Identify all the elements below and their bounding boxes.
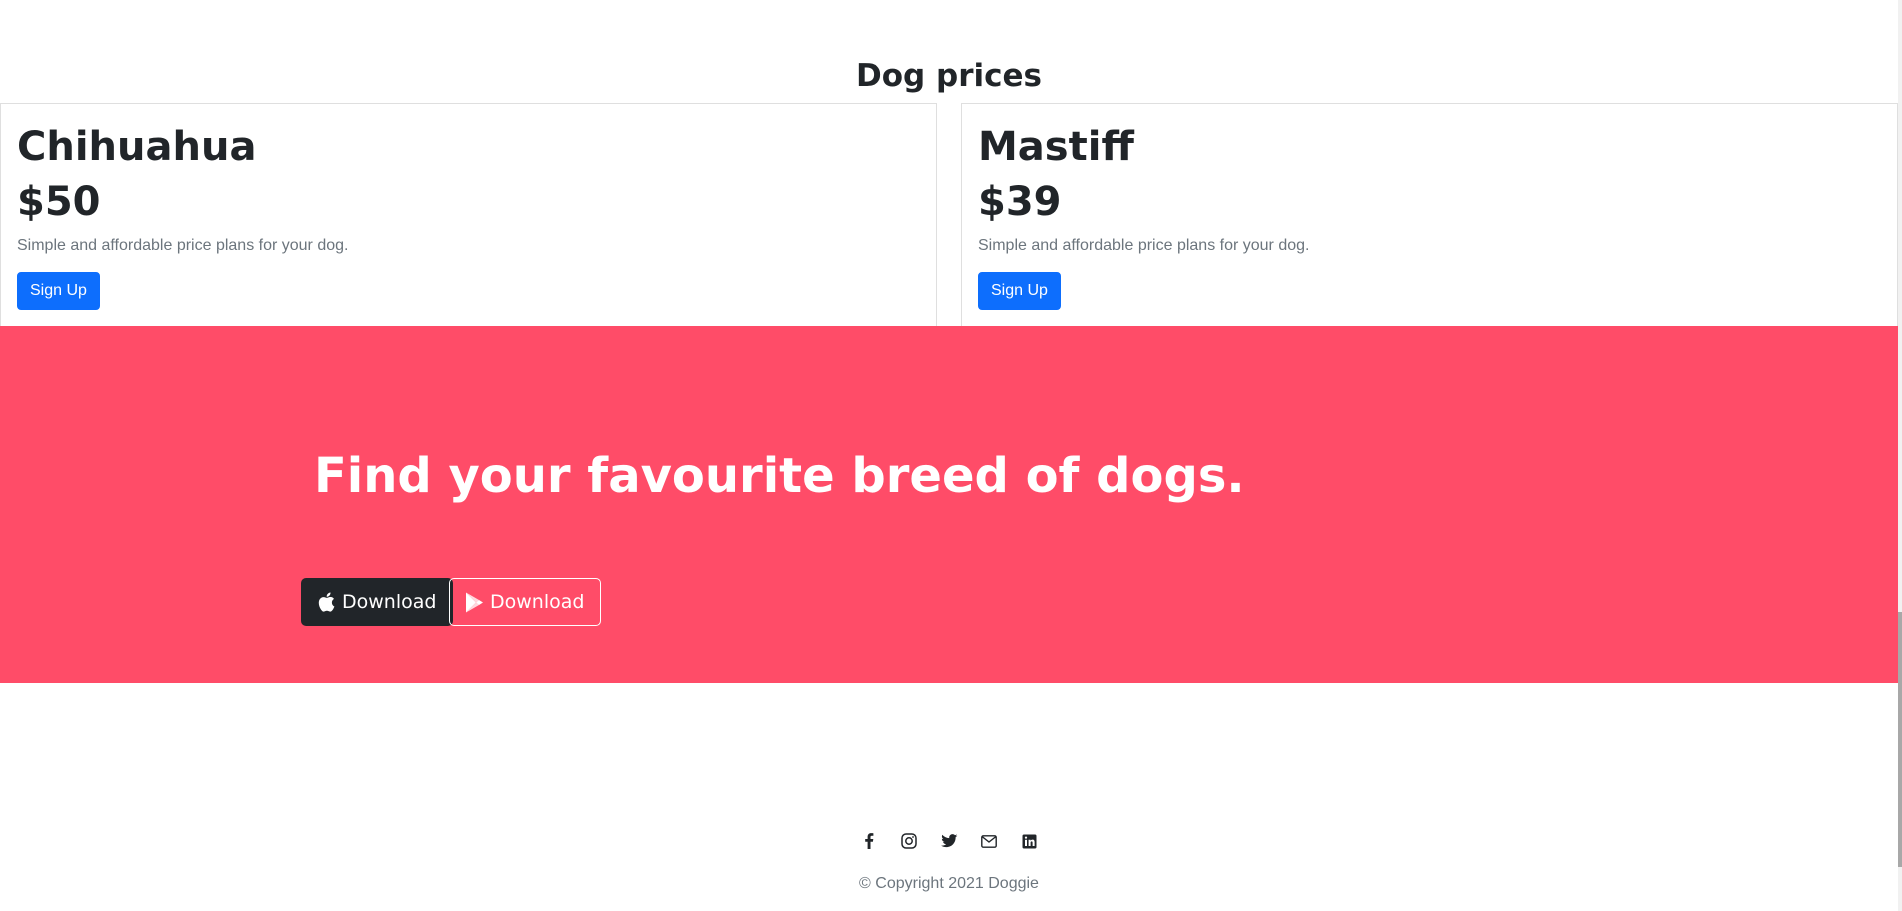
cta-heading: Find your favourite breed of dogs. [314,448,1245,504]
cta-section: Find your favourite breed of dogs. Downl… [0,326,1898,683]
copyright-text: © Copyright 2021 Doggie [859,875,1039,892]
plan-name: Mastiff [978,124,1134,170]
envelope-icon[interactable] [979,831,999,851]
download-label: Download [490,591,585,613]
twitter-icon[interactable] [939,831,959,851]
apple-icon [316,591,336,613]
plan-price: $39 [978,179,1062,225]
plan-description: Simple and affordable price plans for yo… [17,237,349,254]
pricing-card-chihuahua: Chihuahua $50 Simple and affordable pric… [0,103,937,326]
app-store-download-button[interactable]: Download [301,578,454,626]
facebook-icon[interactable] [859,831,879,851]
scrollbar-thumb[interactable] [1898,612,1902,867]
download-label: Download [342,591,437,613]
page-scrollbar[interactable] [1898,0,1902,911]
plan-price: $50 [17,179,101,225]
linkedin-icon[interactable] [1019,831,1039,851]
sign-up-button[interactable]: Sign Up [978,272,1061,310]
instagram-icon[interactable] [899,831,919,851]
pricing-title: Dog prices [856,58,1042,94]
social-links [0,831,1898,851]
pricing-card-mastiff: Mastiff $39 Simple and affordable price … [961,103,1898,326]
google-play-download-button[interactable]: Download [449,578,602,626]
sign-up-button[interactable]: Sign Up [17,272,100,310]
plan-name: Chihuahua [17,124,257,170]
page: Dog prices Chihuahua $50 Simple and affo… [0,0,1898,911]
plan-description: Simple and affordable price plans for yo… [978,237,1310,254]
google-play-icon [464,591,484,613]
